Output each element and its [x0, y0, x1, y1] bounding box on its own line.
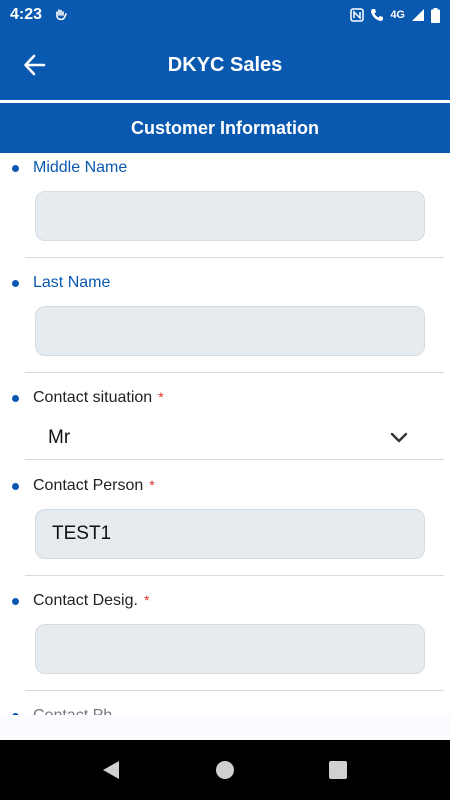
contact-person-label: Contact Person *: [33, 477, 155, 495]
bottom-strip: [0, 715, 450, 740]
app-bar: DKYC Sales: [0, 30, 450, 100]
status-icons: 4G: [350, 7, 440, 23]
recents-square-icon[interactable]: [326, 758, 350, 782]
contact-situation-value: Mr: [48, 427, 71, 448]
hand-icon: [56, 9, 67, 21]
field-divider: [25, 690, 444, 691]
nfc-icon: [350, 8, 365, 22]
status-time: 4:23: [10, 6, 43, 23]
network-label: 4G: [390, 9, 405, 21]
last-name-input[interactable]: [35, 306, 425, 356]
call-icon: [371, 9, 384, 21]
bullet-icon: [12, 483, 19, 490]
contact-situation-label: Contact situation *: [33, 389, 164, 407]
back-arrow-icon[interactable]: [22, 52, 48, 78]
contact-person-label-text: Contact Person: [33, 477, 144, 494]
contact-situation-label-text: Contact situation: [33, 389, 153, 406]
app-title: DKYC Sales: [167, 53, 283, 76]
section-title: Customer Information: [0, 103, 450, 153]
contact-desig-label: Contact Desig. *: [33, 592, 149, 610]
back-triangle-icon[interactable]: [99, 758, 123, 782]
contact-situation-select[interactable]: Mr: [35, 423, 425, 453]
status-bar: 4:23 4G: [0, 0, 450, 30]
required-marker: *: [143, 592, 150, 608]
bullet-icon: [12, 280, 19, 287]
home-circle-icon[interactable]: [213, 758, 237, 782]
field-divider: [25, 459, 444, 460]
contact-person-input[interactable]: TEST1: [35, 509, 425, 559]
contact-desig-label-text: Contact Desig.: [33, 592, 138, 609]
bullet-icon: [12, 598, 19, 605]
bullet-icon: [12, 165, 19, 172]
required-marker: *: [149, 477, 155, 493]
navigation-bar: [0, 740, 450, 800]
middle-name-input[interactable]: [35, 191, 425, 241]
contact-desig-input[interactable]: [35, 624, 425, 674]
last-name-label: Last Name: [33, 274, 111, 291]
middle-name-label: Middle Name: [33, 159, 128, 176]
field-divider: [25, 372, 444, 373]
field-divider: [25, 575, 444, 576]
chevron-down-icon: [390, 432, 408, 443]
field-divider: [25, 257, 444, 258]
form-content[interactable]: Middle Name Last Name Contact situation *…: [0, 153, 450, 715]
bullet-icon: [12, 395, 19, 402]
contact-ph-label: Contact Ph: [33, 707, 112, 715]
required-marker: *: [158, 389, 164, 405]
battery-icon: [431, 7, 440, 23]
signal-icon: [412, 9, 424, 21]
